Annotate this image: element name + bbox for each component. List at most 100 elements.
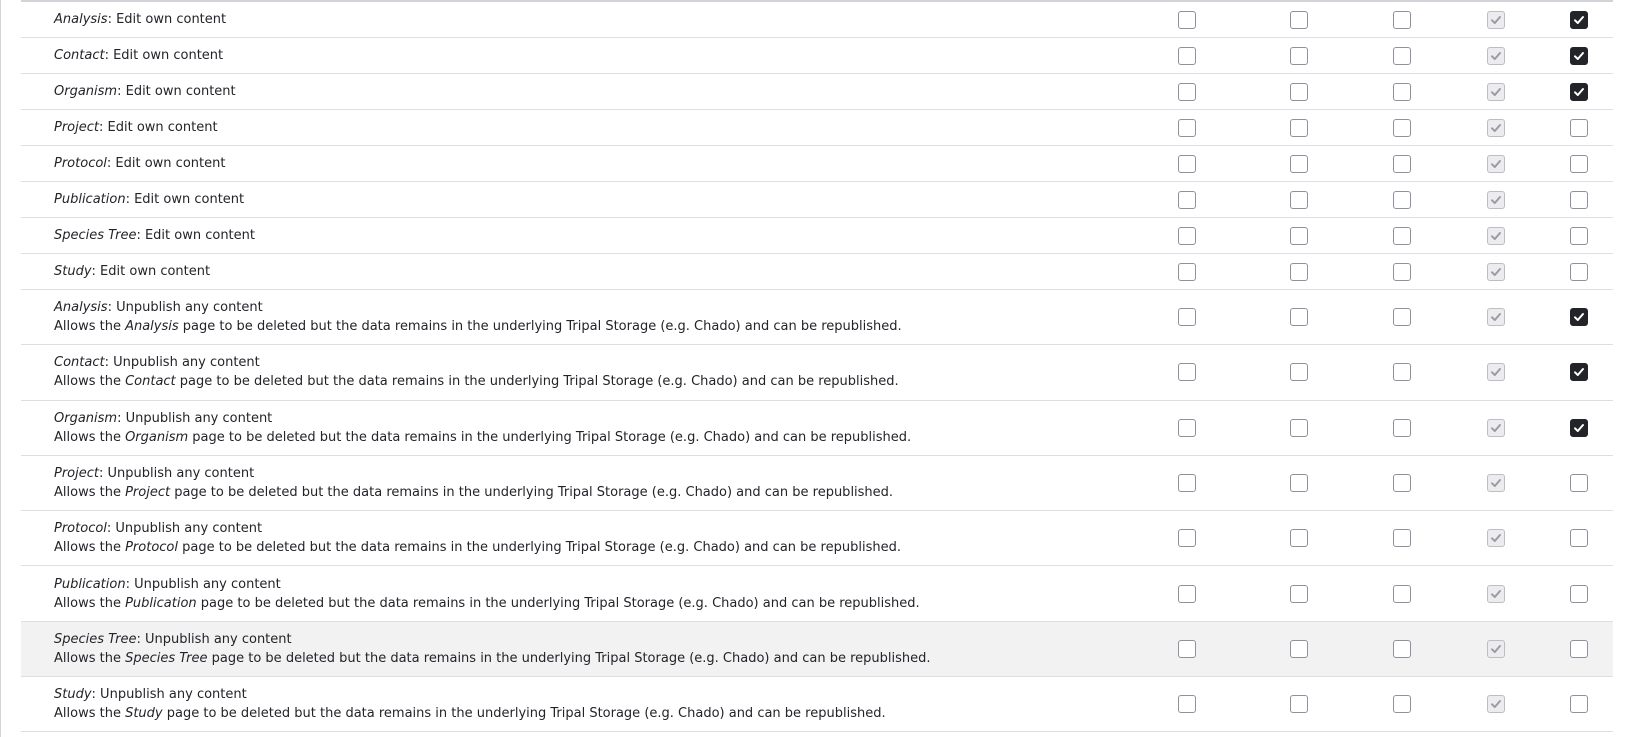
checkbox-anonymous[interactable] xyxy=(1178,46,1196,65)
checkbox-content-editor[interactable] xyxy=(1393,418,1411,437)
checkbox-content-editor[interactable] xyxy=(1393,363,1411,382)
checkbox-authenticated[interactable] xyxy=(1290,308,1308,327)
checkbox-administrator xyxy=(1487,46,1505,65)
checkbox-content-editor[interactable] xyxy=(1393,474,1411,493)
checkbox-custom-role[interactable] xyxy=(1570,418,1588,437)
checkbox-custom-role[interactable] xyxy=(1570,226,1588,245)
permission-name: : Unpublish any content xyxy=(125,576,281,592)
permission-label: Analysis: Edit own content xyxy=(54,2,226,37)
checkbox-anonymous[interactable] xyxy=(1178,584,1196,603)
checkbox-custom-role[interactable] xyxy=(1570,10,1588,29)
checkbox-content-editor[interactable] xyxy=(1393,10,1411,29)
checkbox-content-editor[interactable] xyxy=(1393,639,1411,658)
permission-title: Project: Unpublish any content xyxy=(54,464,893,483)
checkbox-administrator xyxy=(1487,529,1505,548)
entity-name: Species Tree xyxy=(54,631,137,647)
checkbox-content-editor[interactable] xyxy=(1393,118,1411,137)
checkbox-custom-role[interactable] xyxy=(1570,118,1588,137)
checkbox-anonymous[interactable] xyxy=(1178,82,1196,101)
checkmark-icon xyxy=(1491,267,1501,276)
permission-name: : Unpublish any content xyxy=(99,466,255,482)
checkbox-authenticated[interactable] xyxy=(1290,226,1308,245)
checkbox-authenticated[interactable] xyxy=(1290,584,1308,603)
checkmark-icon xyxy=(1491,231,1501,240)
checkbox-administrator xyxy=(1487,10,1505,29)
checkbox-content-editor[interactable] xyxy=(1393,695,1411,714)
checkmark-icon xyxy=(1491,15,1501,24)
checkbox-administrator xyxy=(1487,118,1505,137)
checkmark-icon xyxy=(1491,479,1501,488)
checkbox-anonymous[interactable] xyxy=(1178,529,1196,548)
checkbox-authenticated[interactable] xyxy=(1290,82,1308,101)
checkbox-content-editor[interactable] xyxy=(1393,154,1411,173)
checkbox-custom-role[interactable] xyxy=(1570,529,1588,548)
checkbox-content-editor[interactable] xyxy=(1393,529,1411,548)
permission-title: Organism: Unpublish any content xyxy=(54,409,911,428)
permission-label: Organism: Unpublish any content Allows th… xyxy=(54,401,911,455)
checkbox-anonymous[interactable] xyxy=(1178,190,1196,209)
permission-label: Publication: Unpublish any content Allows… xyxy=(54,566,920,620)
permission-title: Organism: Edit own content xyxy=(54,82,236,101)
checkbox-anonymous[interactable] xyxy=(1178,226,1196,245)
checkbox-custom-role[interactable] xyxy=(1570,363,1588,382)
checkbox-custom-role[interactable] xyxy=(1570,639,1588,658)
permission-name: : Unpublish any content xyxy=(117,410,273,426)
checkbox-content-editor[interactable] xyxy=(1393,308,1411,327)
permission-description: Allows the Contact page to be deleted bu… xyxy=(54,374,899,390)
checkbox-content-editor[interactable] xyxy=(1393,584,1411,603)
permission-name: : Unpublish any content xyxy=(106,521,263,537)
checkbox-authenticated[interactable] xyxy=(1290,190,1308,209)
entity-name: Organism xyxy=(54,84,118,99)
permission-title: Study: Unpublish any content xyxy=(54,685,886,704)
permission-name: : Edit own content xyxy=(104,48,224,63)
checkbox-authenticated[interactable] xyxy=(1290,418,1308,437)
permission-title: Publication: Unpublish any content xyxy=(54,575,920,594)
table-row: Protocol: Unpublish any content Allows th… xyxy=(21,511,1613,567)
checkbox-authenticated[interactable] xyxy=(1290,529,1308,548)
checkbox-custom-role[interactable] xyxy=(1570,584,1588,603)
checkbox-anonymous[interactable] xyxy=(1178,10,1196,29)
checkbox-content-editor[interactable] xyxy=(1393,82,1411,101)
permission-name: : Edit own content xyxy=(125,192,245,207)
checkbox-anonymous[interactable] xyxy=(1178,418,1196,437)
checkbox-custom-role[interactable] xyxy=(1570,308,1588,327)
checkbox-authenticated[interactable] xyxy=(1290,46,1308,65)
table-row: Contact: Unpublish any content Allows the… xyxy=(21,345,1613,401)
checkbox-custom-role[interactable] xyxy=(1570,190,1588,209)
permission-label: Study: Unpublish any content Allows the S… xyxy=(54,677,886,731)
checkbox-anonymous[interactable] xyxy=(1178,154,1196,173)
checkbox-anonymous[interactable] xyxy=(1178,639,1196,658)
checkbox-content-editor[interactable] xyxy=(1393,190,1411,209)
checkbox-custom-role[interactable] xyxy=(1570,46,1588,65)
entity-name: Protocol xyxy=(125,540,178,556)
checkbox-authenticated[interactable] xyxy=(1290,474,1308,493)
checkbox-authenticated[interactable] xyxy=(1290,695,1308,714)
checkbox-anonymous[interactable] xyxy=(1178,262,1196,281)
entity-name: Project xyxy=(54,120,99,135)
checkbox-anonymous[interactable] xyxy=(1178,695,1196,714)
entity-name: Analysis xyxy=(125,319,179,335)
checkbox-custom-role[interactable] xyxy=(1570,474,1588,493)
checkmark-icon xyxy=(1491,534,1501,543)
checkbox-anonymous[interactable] xyxy=(1178,308,1196,327)
checkbox-anonymous[interactable] xyxy=(1178,363,1196,382)
checkbox-anonymous[interactable] xyxy=(1178,118,1196,137)
checkmark-icon xyxy=(1491,589,1501,598)
checkbox-authenticated[interactable] xyxy=(1290,639,1308,658)
checkbox-content-editor[interactable] xyxy=(1393,226,1411,245)
checkbox-custom-role[interactable] xyxy=(1570,82,1588,101)
checkbox-content-editor[interactable] xyxy=(1393,46,1411,65)
checkbox-anonymous[interactable] xyxy=(1178,474,1196,493)
checkbox-authenticated[interactable] xyxy=(1290,118,1308,137)
checkbox-authenticated[interactable] xyxy=(1290,154,1308,173)
checkmark-icon xyxy=(1491,313,1501,322)
checkbox-authenticated[interactable] xyxy=(1290,262,1308,281)
checkbox-authenticated[interactable] xyxy=(1290,10,1308,29)
checkbox-content-editor[interactable] xyxy=(1393,262,1411,281)
checkbox-custom-role[interactable] xyxy=(1570,695,1588,714)
checkbox-custom-role[interactable] xyxy=(1570,154,1588,173)
checkbox-authenticated[interactable] xyxy=(1290,363,1308,382)
checkbox-custom-role[interactable] xyxy=(1570,262,1588,281)
permission-name: : Edit own content xyxy=(107,12,227,27)
checkbox-administrator xyxy=(1487,363,1505,382)
